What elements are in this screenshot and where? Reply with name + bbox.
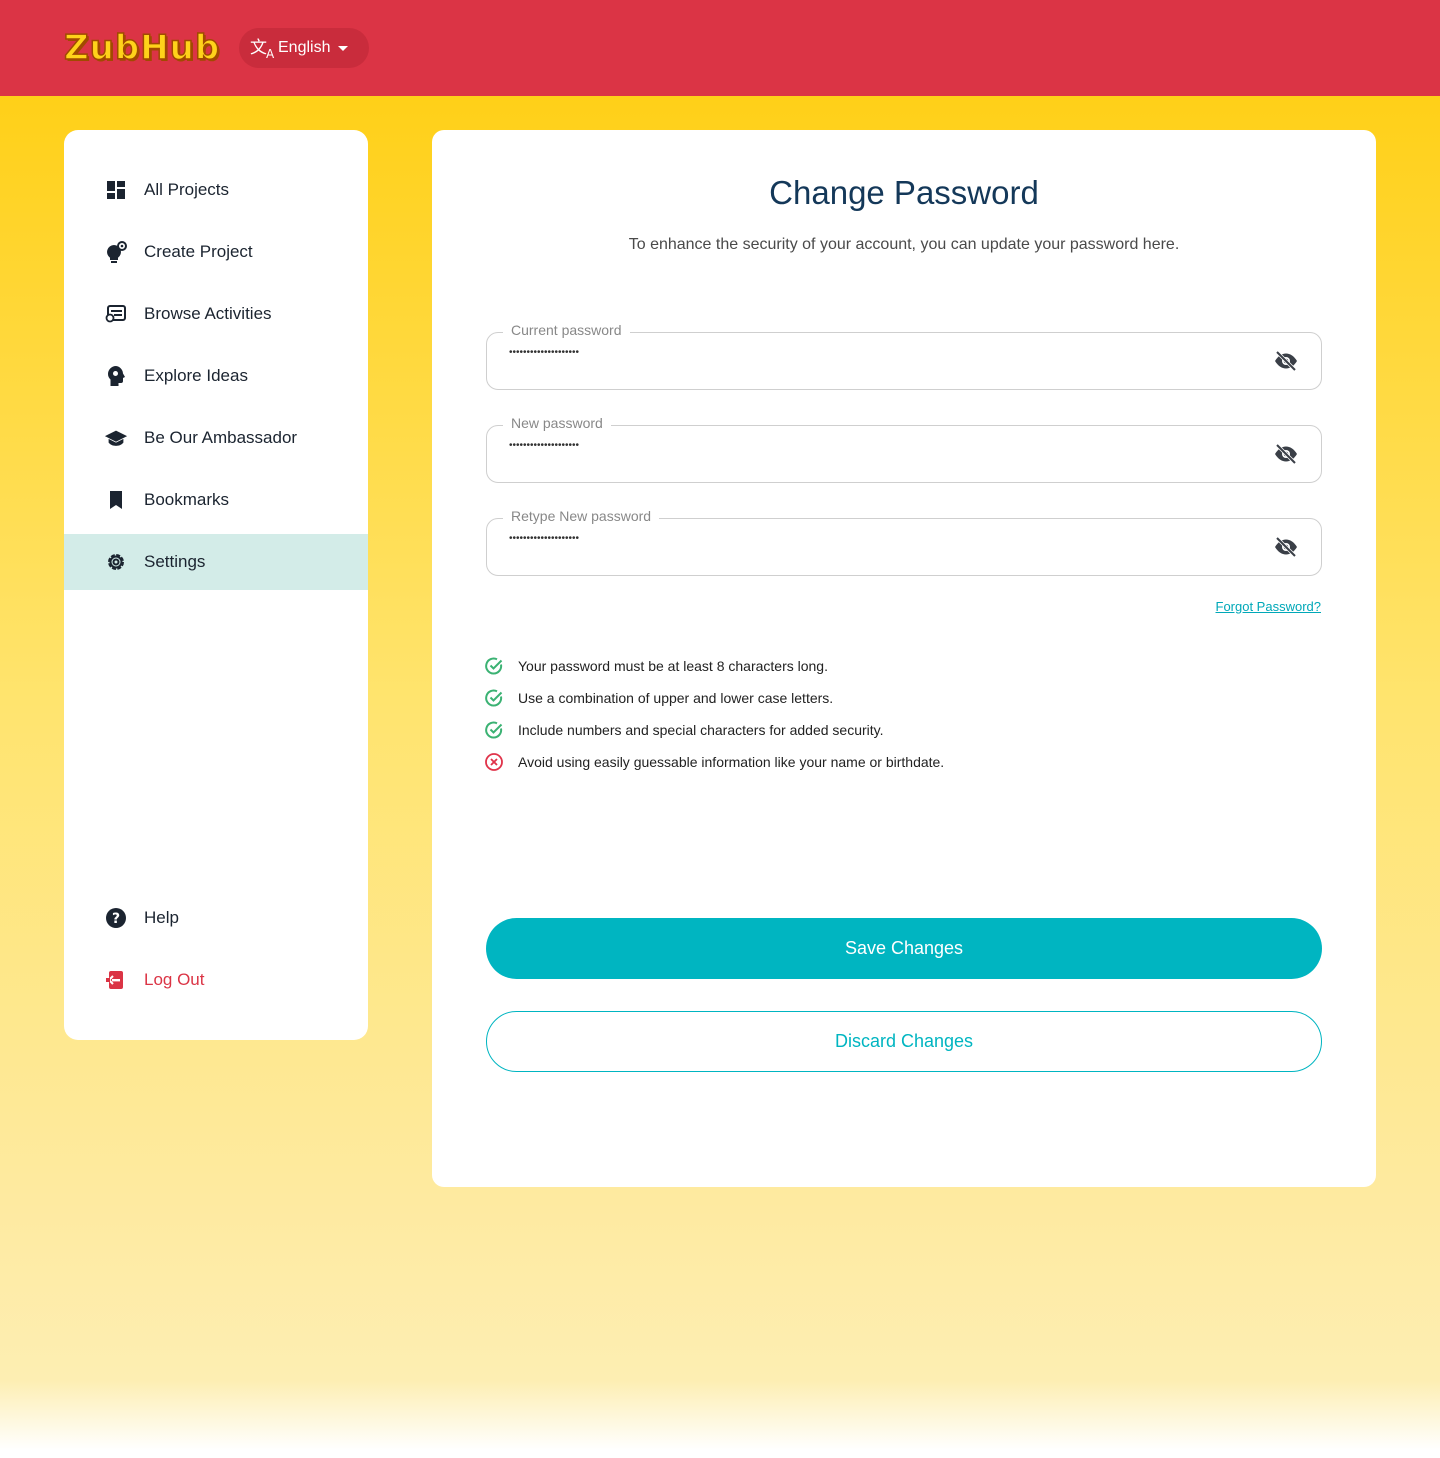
sidebar-item-label: Help	[144, 908, 179, 927]
page-title: Change Password	[769, 174, 1039, 211]
sidebar-item-explore-ideas[interactable]: Explore Ideas	[64, 348, 368, 404]
sidebar-item-bookmarks[interactable]: Bookmarks	[64, 472, 368, 528]
svg-text:?: ?	[112, 911, 120, 927]
check-circle-icon	[484, 688, 504, 708]
current-password-input[interactable]	[509, 347, 1209, 358]
change-password-card: Change Password To enhance the security …	[432, 130, 1376, 1187]
idea-head-icon	[104, 364, 128, 388]
save-changes-button[interactable]: Save Changes	[486, 918, 1322, 979]
sidebar-item-label: Bookmarks	[144, 490, 230, 509]
password-rule: Avoid using easily guessable information…	[484, 746, 944, 778]
sidebar: All Projects Create Project Browse Activ…	[64, 130, 368, 1040]
bookmark-icon	[104, 488, 128, 512]
current-password-label: Current password	[503, 322, 630, 338]
x-circle-icon	[484, 752, 504, 772]
sidebar-item-create-project[interactable]: Create Project	[64, 224, 368, 280]
eye-off-icon[interactable]	[1273, 536, 1299, 558]
new-password-input[interactable]	[509, 440, 1209, 451]
top-bar: ZubHub 文 A English	[0, 0, 1440, 96]
svg-text:A: A	[266, 47, 275, 60]
check-circle-icon	[484, 720, 504, 740]
password-rule: Include numbers and special characters f…	[484, 714, 944, 746]
retype-password-input[interactable]	[509, 533, 1209, 544]
sidebar-item-label: Explore Ideas	[144, 366, 248, 385]
discard-changes-button[interactable]: Discard Changes	[486, 1011, 1322, 1072]
graduation-cap-icon	[104, 426, 128, 450]
sidebar-item-logout[interactable]: Log Out	[64, 952, 368, 1008]
dashboard-icon	[104, 178, 128, 202]
password-rule-text: Your password must be at least 8 charact…	[518, 658, 828, 674]
sidebar-item-label: Log Out	[144, 970, 205, 989]
password-rule: Use a combination of upper and lower cas…	[484, 682, 944, 714]
sidebar-item-label: Browse Activities	[144, 304, 272, 323]
chevron-down-icon	[338, 45, 349, 51]
lightbulb-gear-icon	[104, 240, 128, 264]
help-icon: ?	[104, 906, 128, 930]
page-subtitle: To enhance the security of your account,…	[628, 236, 1180, 253]
eye-off-icon[interactable]	[1273, 350, 1299, 372]
password-rule-text: Include numbers and special characters f…	[518, 722, 884, 738]
sidebar-item-label: Create Project	[144, 242, 253, 261]
current-password-field[interactable]: Current password	[486, 322, 1322, 390]
logout-icon	[104, 968, 128, 992]
gear-icon	[104, 550, 128, 574]
new-password-field[interactable]: New password	[486, 415, 1322, 483]
language-selector[interactable]: 文 A English	[239, 28, 369, 68]
sidebar-item-help[interactable]: ? Help	[64, 890, 368, 946]
eye-off-icon[interactable]	[1273, 443, 1299, 465]
password-rule: Your password must be at least 8 charact…	[484, 650, 944, 682]
forgot-password-link[interactable]: Forgot Password?	[1216, 599, 1322, 614]
sidebar-item-browse-activities[interactable]: Browse Activities	[64, 286, 368, 342]
sidebar-item-label: Settings	[144, 552, 206, 571]
password-rule-text: Use a combination of upper and lower cas…	[518, 690, 834, 706]
language-label: English	[278, 39, 331, 56]
sidebar-item-settings[interactable]: Settings	[64, 534, 368, 590]
retype-password-field[interactable]: Retype New password	[486, 508, 1322, 576]
new-password-label: New password	[503, 415, 611, 431]
check-circle-icon	[484, 656, 504, 676]
activities-icon	[104, 302, 128, 326]
password-rule-text: Avoid using easily guessable information…	[518, 754, 945, 770]
zubhub-logo[interactable]: ZubHub	[63, 27, 220, 69]
translate-icon: 文 A	[250, 36, 278, 61]
sidebar-item-label: All Projects	[144, 180, 230, 199]
sidebar-item-all-projects[interactable]: All Projects	[64, 162, 368, 218]
svg-text:文: 文	[250, 38, 267, 58]
retype-password-label: Retype New password	[503, 508, 660, 524]
sidebar-item-label: Be Our Ambassador	[144, 428, 298, 447]
sidebar-item-be-our-ambassador[interactable]: Be Our Ambassador	[64, 410, 368, 466]
password-rules: Your password must be at least 8 charact…	[484, 650, 944, 778]
